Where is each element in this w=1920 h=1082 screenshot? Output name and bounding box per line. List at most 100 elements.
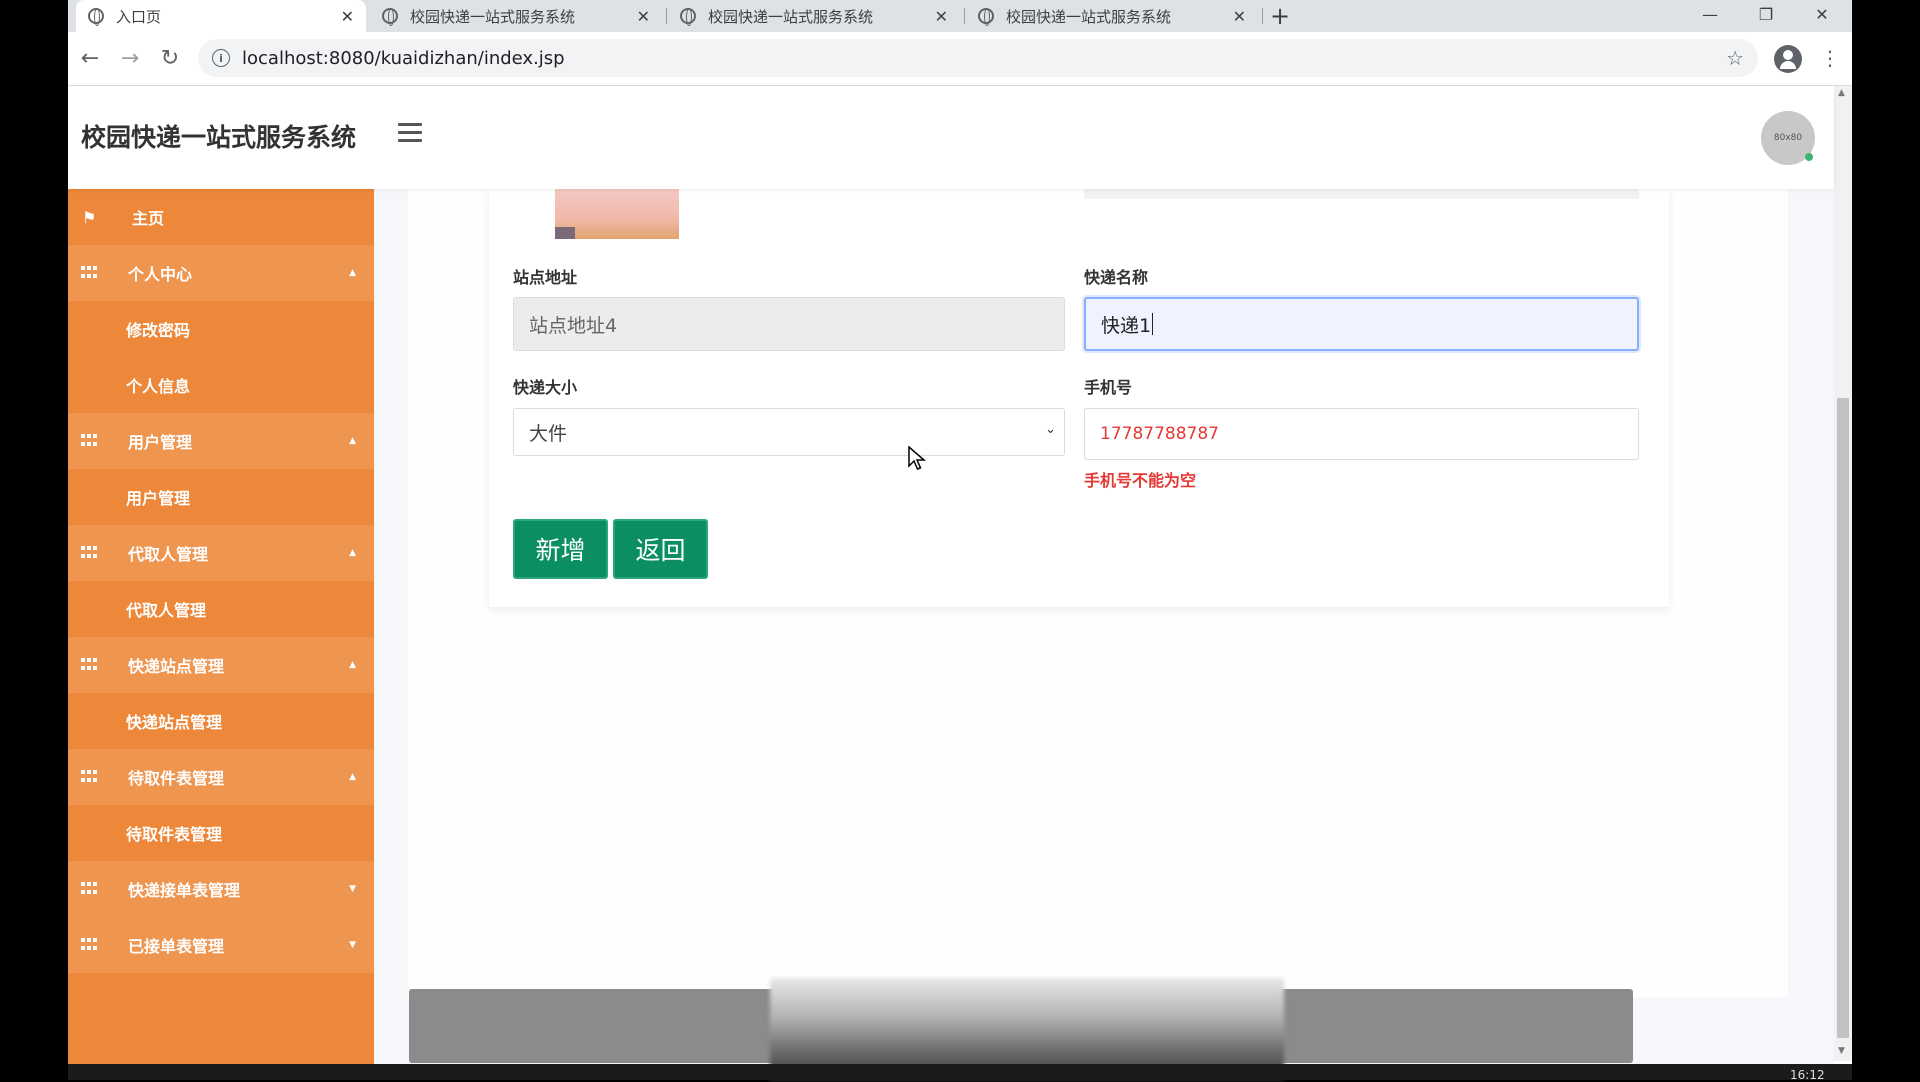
express-name-input[interactable]: 快递1 xyxy=(1084,297,1639,351)
online-status-dot xyxy=(1805,153,1813,161)
tab-title: 校园快递一站式服务系统 xyxy=(1006,7,1172,26)
forward-icon[interactable]: → xyxy=(116,44,144,72)
window-close-icon[interactable]: ✕ xyxy=(1794,0,1850,28)
caret-down-icon: ▼ xyxy=(349,940,356,950)
url-input[interactable]: i localhost:8080/kuaidizhan/index.jsp ☆ xyxy=(198,39,1758,77)
station-address-label: 站点地址 xyxy=(513,268,578,287)
sidebar-item-home[interactable]: ⚑ 主页 xyxy=(68,189,374,245)
tab-title: 校园快递一站式服务系统 xyxy=(410,7,576,26)
sidebar-item-change-password[interactable]: 修改密码 xyxy=(68,301,374,357)
back-button[interactable]: 返回 xyxy=(613,519,708,579)
grid-icon xyxy=(81,882,97,896)
vertical-scrollbar[interactable]: ▲ ▼ xyxy=(1834,86,1852,1061)
sidebar-group-label: 快递接单表管理 xyxy=(128,881,241,900)
sidebar-group-accepted-orders[interactable]: 已接单表管理 ▼ xyxy=(68,917,374,973)
sidebar-group-agents[interactable]: 代取人管理 ▲ xyxy=(68,525,374,581)
sidebar-item-users[interactable]: 用户管理 xyxy=(68,469,374,525)
sidebar-item-agents[interactable]: 代取人管理 xyxy=(68,581,374,637)
station-address-input[interactable]: 站点地址4 xyxy=(513,297,1065,351)
back-icon[interactable]: ← xyxy=(76,44,104,72)
express-size-value: 大件 xyxy=(529,422,568,445)
close-icon[interactable]: ✕ xyxy=(637,7,650,26)
grid-icon xyxy=(81,546,97,560)
phone-error-message: 手机号不能为空 xyxy=(1084,471,1197,490)
chevron-down-icon: ⌄ xyxy=(1045,422,1056,437)
sidebar-group-label: 快递站点管理 xyxy=(128,657,225,676)
sidebar-group-label: 已接单表管理 xyxy=(128,937,225,956)
add-button[interactable]: 新增 xyxy=(513,519,608,579)
minimize-icon[interactable]: — xyxy=(1682,0,1738,28)
caret-down-icon: ▼ xyxy=(349,884,356,894)
reload-icon[interactable]: ↻ xyxy=(156,44,184,72)
sidebar-group-users[interactable]: 用户管理 ▲ xyxy=(68,413,374,469)
avatar-placeholder-text: 80x80 xyxy=(1773,133,1803,143)
scroll-up-icon[interactable]: ▲ xyxy=(1838,88,1845,98)
sidebar-item-label: 待取件表管理 xyxy=(126,825,223,844)
express-size-label: 快递大小 xyxy=(513,378,578,397)
caret-up-icon: ▲ xyxy=(349,268,356,278)
sidebar-item-label: 主页 xyxy=(132,209,165,228)
express-name-value: 快递1 xyxy=(1101,314,1152,337)
tab-title: 校园快递一站式服务系统 xyxy=(708,7,874,26)
scrollbar-thumb[interactable] xyxy=(1837,398,1849,1038)
content-panel: 站点地址 站点地址4 快递名称 快递1 快递大小 大件 ⌄ 手机号 177877… xyxy=(408,189,1788,997)
tab-separator xyxy=(666,8,667,24)
caret-up-icon: ▲ xyxy=(349,772,356,782)
tab-system-2[interactable]: 校园快递一站式服务系统 ✕ xyxy=(668,0,960,32)
main-content: 站点地址 站点地址4 快递名称 快递1 快递大小 大件 ⌄ 手机号 177877… xyxy=(374,189,1834,1080)
tab-title: 入口页 xyxy=(116,7,162,26)
app-header: 校园快递一站式服务系统 80x80 xyxy=(68,86,1834,189)
close-icon[interactable]: ✕ xyxy=(935,7,948,26)
address-bar: ← → ↻ i localhost:8080/kuaidizhan/index.… xyxy=(68,32,1852,86)
info-icon[interactable]: i xyxy=(212,49,230,67)
avatar[interactable]: 80x80 xyxy=(1761,111,1815,165)
close-icon[interactable]: ✕ xyxy=(1233,7,1246,26)
tab-strip: 入口页 ✕ 校园快递一站式服务系统 ✕ 校园快递一站式服务系统 ✕ 校园快递一站… xyxy=(68,0,1852,32)
close-icon[interactable]: ✕ xyxy=(341,7,354,26)
sidebar-group-order-accept[interactable]: 快递接单表管理 ▼ xyxy=(68,861,374,917)
browser-window: 入口页 ✕ 校园快递一站式服务系统 ✕ 校园快递一站式服务系统 ✕ 校园快递一站… xyxy=(68,0,1852,1080)
hamburger-menu-icon[interactable] xyxy=(398,123,422,143)
restore-icon[interactable]: ❐ xyxy=(1738,0,1794,28)
sidebar: ⚑ 主页 个人中心 ▲ 修改密码 个人信息 用户管理 ▲ 用户管理 代取人管理 … xyxy=(68,189,374,1080)
more-menu-icon[interactable]: ⋮ xyxy=(1820,46,1840,70)
grid-icon xyxy=(81,266,97,280)
phone-input[interactable]: 17787788787 xyxy=(1084,408,1639,460)
sidebar-item-label: 用户管理 xyxy=(126,489,191,508)
caret-up-icon: ▲ xyxy=(349,436,356,446)
taskbar xyxy=(68,1064,1852,1080)
globe-icon xyxy=(88,8,104,26)
tab-system-3[interactable]: 校园快递一站式服务系统 ✕ xyxy=(966,0,1258,32)
station-address-value: 站点地址4 xyxy=(529,314,618,337)
grid-icon xyxy=(81,938,97,952)
sidebar-item-personal-info[interactable]: 个人信息 xyxy=(68,357,374,413)
sidebar-item-stations[interactable]: 快递站点管理 xyxy=(68,693,374,749)
globe-icon xyxy=(978,8,994,26)
sidebar-item-pending-pickup[interactable]: 待取件表管理 xyxy=(68,805,374,861)
sidebar-group-personal[interactable]: 个人中心 ▲ xyxy=(68,245,374,301)
caret-up-icon: ▲ xyxy=(349,548,356,558)
bookmark-star-icon[interactable]: ☆ xyxy=(1726,46,1744,70)
grid-icon xyxy=(81,434,97,448)
globe-icon xyxy=(382,8,398,26)
tab-entry[interactable]: 入口页 ✕ xyxy=(76,0,366,32)
sidebar-item-label: 修改密码 xyxy=(126,321,191,340)
sidebar-group-stations[interactable]: 快递站点管理 ▲ xyxy=(68,637,374,693)
express-size-select[interactable]: 大件 ⌄ xyxy=(513,408,1065,456)
profile-icon[interactable] xyxy=(1774,45,1802,73)
tab-separator xyxy=(1262,8,1263,24)
globe-icon xyxy=(680,8,696,26)
grid-icon xyxy=(81,770,97,784)
uploaded-image-thumbnail xyxy=(555,189,679,239)
url-text: localhost:8080/kuaidizhan/index.jsp xyxy=(242,47,565,69)
sidebar-group-label: 用户管理 xyxy=(128,433,193,452)
sidebar-group-label: 代取人管理 xyxy=(128,545,209,564)
sidebar-group-pending-pickup[interactable]: 待取件表管理 ▲ xyxy=(68,749,374,805)
tab-system-1[interactable]: 校园快递一站式服务系统 ✕ xyxy=(370,0,662,32)
tab-separator xyxy=(964,8,965,24)
scroll-down-icon[interactable]: ▼ xyxy=(1838,1046,1845,1056)
sidebar-group-label: 个人中心 xyxy=(128,265,193,284)
new-tab-icon[interactable]: + xyxy=(1270,2,1290,30)
phone-label: 手机号 xyxy=(1084,378,1133,397)
text-cursor xyxy=(1152,313,1154,335)
